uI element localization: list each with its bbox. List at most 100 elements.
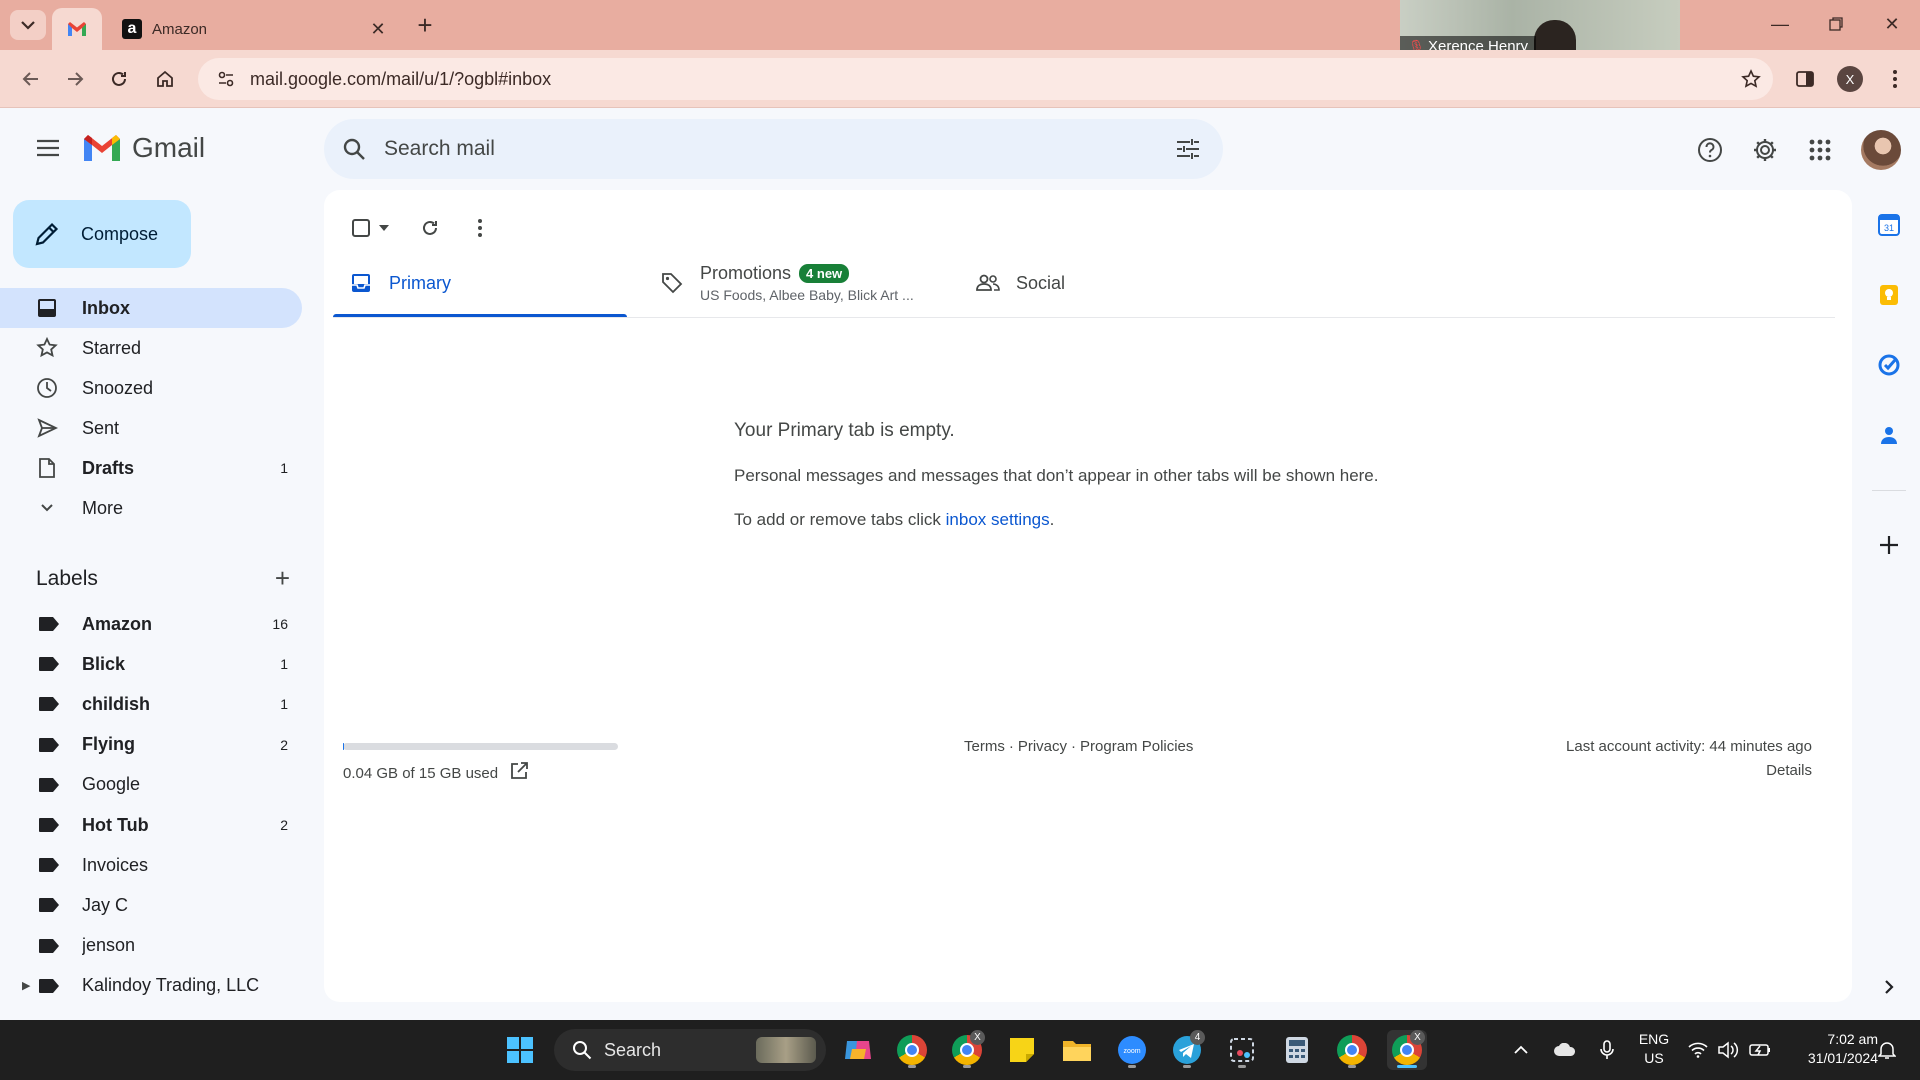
label-item[interactable]: Jay C (0, 885, 302, 925)
calculator-app[interactable] (1277, 1030, 1317, 1070)
notifications-button[interactable] (1872, 1030, 1902, 1070)
address-bar[interactable]: mail.google.com/mail/u/1/?ogbl#inbox (198, 58, 1773, 100)
tab-promotions[interactable]: Promotions 4 new US Foods, Albee Baby, B… (644, 256, 938, 310)
google-apps-button[interactable] (1800, 130, 1840, 170)
gmail-logo[interactable]: Gmail (82, 132, 205, 164)
keep-app-button[interactable] (1872, 278, 1906, 312)
search-bar[interactable]: Search mail (324, 119, 1223, 179)
expand-arrow-icon[interactable]: ▶ (22, 979, 30, 992)
chrome-app-active[interactable]: X (1387, 1030, 1427, 1070)
input-language[interactable]: ENG US (1634, 1030, 1674, 1068)
onedrive-button[interactable] (1550, 1030, 1580, 1070)
label-item[interactable]: ▶ Kalindoy Trading, LLC - ... (0, 966, 302, 1006)
privacy-link[interactable]: Privacy (1018, 738, 1067, 755)
start-button[interactable] (500, 1030, 540, 1070)
label-item[interactable]: Blick 1 (0, 644, 302, 684)
label-item[interactable]: Amazon 16 (0, 604, 302, 644)
chrome-app-profile-1[interactable] (892, 1030, 932, 1070)
minimize-button[interactable]: — (1752, 0, 1808, 48)
tab-amazon[interactable]: a Amazon ✕ (112, 8, 398, 50)
label-item[interactable]: Invoices (0, 845, 302, 885)
clock[interactable]: 7:02 am 31/01/2024 (1782, 1030, 1878, 1068)
sidebar-item-snoozed[interactable]: Snoozed (0, 368, 302, 408)
open-in-new-icon[interactable] (510, 762, 529, 784)
show-hidden-icons-button[interactable] (1506, 1030, 1536, 1070)
chrome-app-profile-x[interactable]: X (947, 1030, 987, 1070)
copilot-app[interactable] (838, 1030, 878, 1070)
battery-button[interactable] (1745, 1030, 1775, 1070)
tasks-app-button[interactable] (1872, 348, 1906, 382)
get-addons-button[interactable] (1872, 528, 1906, 562)
more-options-button[interactable] (460, 208, 500, 248)
browser-toolbar: mail.google.com/mail/u/1/?ogbl#inbox X (0, 50, 1920, 108)
label-tag-icon (0, 817, 82, 833)
search-options-icon[interactable] (1153, 138, 1223, 160)
main-menu-button[interactable] (28, 128, 68, 168)
create-label-button[interactable]: + (275, 563, 290, 594)
wifi-button[interactable] (1683, 1030, 1713, 1070)
sticky-notes-app[interactable] (1002, 1030, 1042, 1070)
sidebar-item-starred[interactable]: Starred (0, 328, 302, 368)
site-info-icon[interactable] (206, 70, 246, 88)
label-item[interactable]: jenson (0, 926, 302, 966)
calculator-icon (1286, 1037, 1308, 1063)
close-tab-icon[interactable]: ✕ (366, 19, 390, 40)
snipping-tool-app[interactable] (1222, 1030, 1262, 1070)
tab-social[interactable]: Social (960, 256, 1254, 310)
close-window-button[interactable]: ✕ (1864, 0, 1920, 48)
settings-button[interactable] (1745, 130, 1785, 170)
volume-button[interactable] (1714, 1030, 1744, 1070)
account-avatar[interactable] (1861, 130, 1901, 170)
search-highlight-image (756, 1037, 816, 1063)
help-icon (1698, 138, 1722, 162)
reload-button[interactable] (102, 62, 136, 96)
sidebar-item-label: Snoozed (82, 377, 154, 398)
refresh-button[interactable] (410, 208, 450, 248)
file-explorer-app[interactable] (1057, 1030, 1097, 1070)
side-panel-button[interactable] (1788, 62, 1822, 96)
chrome-app-profile-2[interactable] (1332, 1030, 1372, 1070)
browser-profile-avatar[interactable]: X (1837, 66, 1863, 92)
gmail-m-icon (84, 135, 120, 161)
sidebar-item-sent[interactable]: Sent (0, 408, 302, 448)
compose-button[interactable]: Compose (13, 200, 191, 268)
restore-button[interactable] (1808, 0, 1864, 48)
sidebar-item-drafts[interactable]: Drafts 1 (0, 448, 302, 488)
search-icon[interactable] (324, 137, 384, 161)
browser-menu-button[interactable] (1878, 62, 1912, 96)
activity-details-link[interactable]: Details (1566, 762, 1812, 779)
bookmark-star-icon[interactable] (1729, 69, 1773, 89)
support-button[interactable] (1690, 130, 1730, 170)
label-item[interactable]: Hot Tub 2 (0, 805, 302, 845)
tab-primary[interactable]: Primary (333, 256, 627, 310)
new-tab-button[interactable]: + (410, 10, 440, 40)
label-tag-icon (0, 737, 82, 753)
microphone-button[interactable] (1592, 1030, 1622, 1070)
back-arrow-icon (22, 72, 38, 86)
sidebar-item-inbox[interactable]: Inbox (0, 288, 302, 328)
sidebar-item-more[interactable]: More (0, 488, 302, 528)
terms-link[interactable]: Terms (964, 738, 1005, 755)
select-all-dropdown[interactable] (342, 208, 398, 248)
label-unread-count: 2 (280, 736, 288, 753)
calendar-app-button[interactable]: 31 (1872, 208, 1906, 242)
label-item[interactable]: childish 1 (0, 684, 302, 724)
search-input[interactable]: Search mail (384, 137, 1153, 161)
sidebar-item-label: More (82, 497, 124, 518)
zoom-app[interactable]: zoom (1112, 1030, 1152, 1070)
tab-gmail[interactable] (52, 8, 102, 50)
label-item[interactable]: Flying 2 (0, 725, 302, 765)
last-activity-text: Last account activity: 44 minutes ago (1566, 738, 1812, 755)
taskbar-search[interactable]: Search (554, 1029, 826, 1071)
tab-search-button[interactable] (10, 10, 46, 40)
show-side-panel-button[interactable] (1872, 970, 1906, 1004)
program-policies-link[interactable]: Program Policies (1080, 738, 1193, 755)
amazon-favicon-icon: a (122, 19, 142, 39)
home-button[interactable] (148, 62, 182, 96)
contacts-app-button[interactable] (1872, 418, 1906, 452)
telegram-app[interactable]: 4 (1167, 1030, 1207, 1070)
label-item[interactable]: Google (0, 765, 302, 805)
back-button[interactable] (14, 62, 48, 96)
inbox-settings-link[interactable]: inbox settings (946, 510, 1050, 529)
forward-button[interactable] (58, 62, 92, 96)
